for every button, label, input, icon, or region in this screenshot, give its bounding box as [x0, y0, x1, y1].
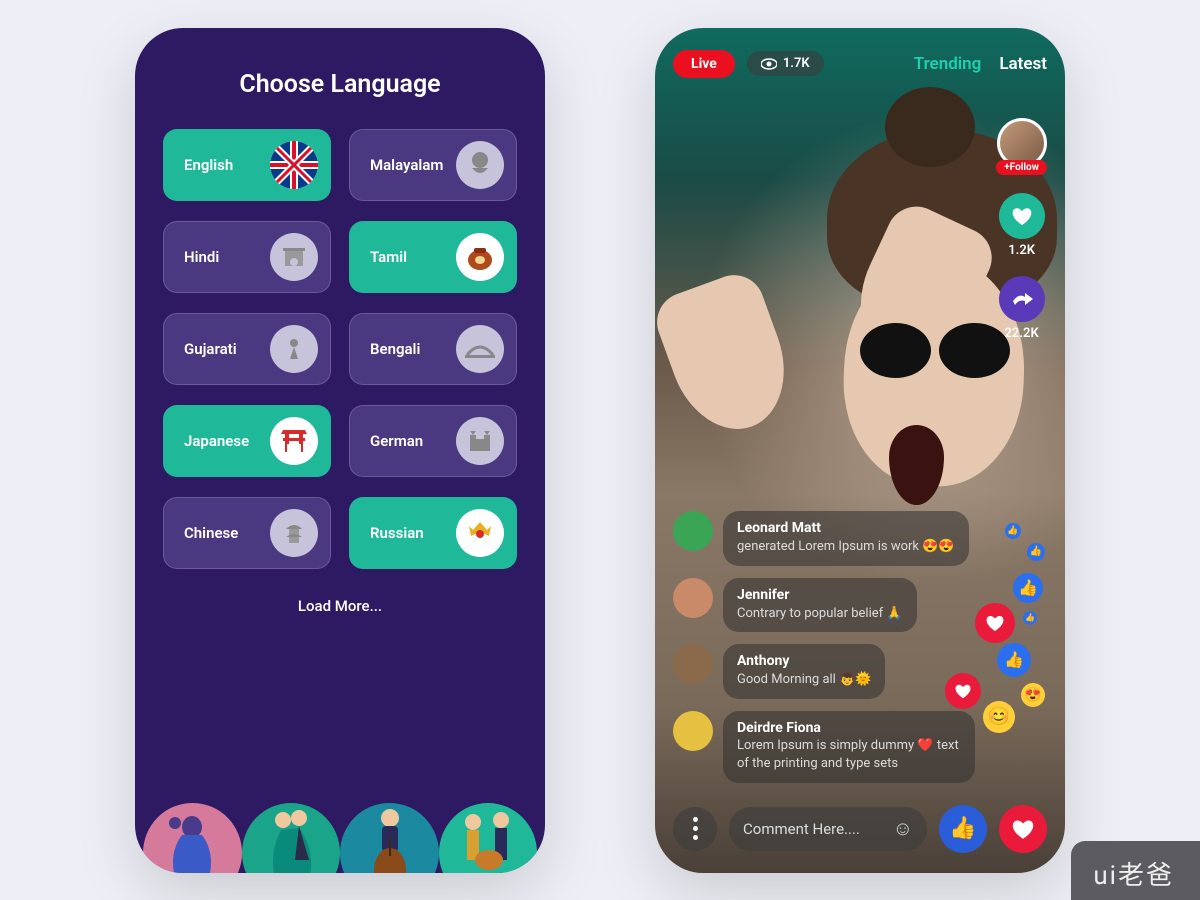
- eye-icon: [761, 58, 777, 70]
- language-card-malayalam[interactable]: Malayalam: [349, 129, 517, 201]
- language-card-english[interactable]: English: [163, 129, 331, 201]
- language-card-russian[interactable]: Russian: [349, 497, 517, 569]
- watermark: ui老爸: [1071, 841, 1200, 900]
- comment-text: Lorem Ipsum is simply dummy ❤️ text of t…: [737, 737, 961, 772]
- feed-tabs: Trending Latest: [914, 54, 1047, 74]
- comment-bubble: Deirdre Fiona Lorem Ipsum is simply dumm…: [723, 711, 975, 783]
- pot-icon: [456, 233, 504, 281]
- comment-item: Deirdre Fiona Lorem Ipsum is simply dumm…: [673, 711, 975, 783]
- more-button[interactable]: [673, 807, 717, 851]
- live-video-screen: Live 1.7K Trending Latest +Follow 1.2K 2…: [655, 28, 1065, 873]
- language-label: Chinese: [184, 524, 238, 542]
- gate-india-icon: [270, 233, 318, 281]
- bottom-illustrations: [135, 803, 545, 873]
- page-title: Choose Language: [163, 70, 517, 99]
- comment-bubble: Leonard Matt generated Lorem Ipsum is wo…: [723, 511, 969, 565]
- viewers-badge: 1.7K: [747, 51, 824, 76]
- bridge-icon: [456, 325, 504, 373]
- commenter-name: Leonard Matt: [737, 519, 955, 538]
- flag-uk-icon: [270, 141, 318, 189]
- commenter-avatar[interactable]: [673, 578, 713, 618]
- dancer-icon: [270, 325, 318, 373]
- comment-bubble: Anthony Good Morning all 👦🌞: [723, 644, 885, 698]
- commenter-avatar[interactable]: [673, 511, 713, 551]
- language-card-chinese[interactable]: Chinese: [163, 497, 331, 569]
- viewers-count: 1.7K: [783, 56, 810, 71]
- streamer-avatar-wrap[interactable]: +Follow: [996, 118, 1047, 175]
- side-action-rail: +Follow 1.2K 22.2K: [996, 118, 1047, 341]
- language-label: Bengali: [370, 340, 420, 358]
- share-count: 22.2K: [1005, 326, 1039, 341]
- language-label: Malayalam: [370, 156, 443, 174]
- comment-text: Contrary to popular belief 🙏: [737, 605, 903, 623]
- thumbs-up-button[interactable]: 👍: [939, 805, 987, 853]
- language-card-tamil[interactable]: Tamil: [349, 221, 517, 293]
- language-card-gujarati[interactable]: Gujarati: [163, 313, 331, 385]
- follow-button[interactable]: +Follow: [996, 160, 1047, 175]
- comment-item: Anthony Good Morning all 👦🌞: [673, 644, 975, 698]
- language-select-screen: Choose Language English Malayalam Hindi …: [135, 28, 545, 873]
- language-label: Russian: [370, 524, 424, 542]
- comment-placeholder: Comment Here....: [743, 820, 885, 838]
- commenter-avatar[interactable]: [673, 644, 713, 684]
- language-card-bengali[interactable]: Bengali: [349, 313, 517, 385]
- comment-input[interactable]: Comment Here.... ☺: [729, 807, 927, 851]
- share-icon: [999, 276, 1045, 322]
- comment-item: Jennifer Contrary to popular belief 🙏: [673, 578, 975, 632]
- commenter-avatar[interactable]: [673, 711, 713, 751]
- tab-trending[interactable]: Trending: [914, 54, 982, 74]
- language-label: Gujarati: [184, 340, 237, 358]
- load-more-button[interactable]: Load More...: [163, 597, 517, 615]
- commenter-name: Jennifer: [737, 586, 903, 605]
- share-action[interactable]: 22.2K: [999, 276, 1045, 341]
- comment-text: generated Lorem Ipsum is work 😍😍: [737, 538, 955, 556]
- like-action[interactable]: 1.2K: [999, 193, 1045, 258]
- eagle-emblem-icon: [456, 509, 504, 557]
- illustration-indian-dancer: [143, 803, 242, 873]
- language-label: Hindi: [184, 248, 219, 266]
- watermark-logo: ui老爸: [1093, 855, 1174, 892]
- heart-button[interactable]: [999, 805, 1047, 853]
- heart-icon: [999, 193, 1045, 239]
- kathakali-icon: [456, 141, 504, 189]
- like-count: 1.2K: [1008, 243, 1035, 258]
- torii-icon: [270, 417, 318, 465]
- comment-text: Good Morning all 👦🌞: [737, 671, 871, 689]
- comment-bubble: Jennifer Contrary to popular belief 🙏: [723, 578, 917, 632]
- illustration-duet-guitar: [439, 803, 538, 873]
- language-label: German: [370, 432, 423, 450]
- comment-input-row: Comment Here.... ☺ 👍: [673, 805, 1047, 853]
- pagoda-icon: [270, 509, 318, 557]
- tab-latest[interactable]: Latest: [999, 54, 1047, 74]
- castle-icon: [456, 417, 504, 465]
- language-card-hindi[interactable]: Hindi: [163, 221, 331, 293]
- language-label: English: [184, 156, 233, 174]
- language-card-german[interactable]: German: [349, 405, 517, 477]
- emoji-picker-icon[interactable]: ☺: [893, 816, 913, 841]
- commenter-name: Deirdre Fiona: [737, 719, 961, 738]
- comment-item: Leonard Matt generated Lorem Ipsum is wo…: [673, 511, 975, 565]
- live-badge: Live: [673, 50, 735, 78]
- language-grid: English Malayalam Hindi Tamil Gujarati: [163, 129, 517, 569]
- language-label: Japanese: [184, 432, 249, 450]
- comment-stream: Leonard Matt generated Lorem Ipsum is wo…: [673, 511, 975, 782]
- top-bar: Live 1.7K Trending Latest: [673, 50, 1047, 78]
- language-label: Tamil: [370, 248, 407, 266]
- illustration-ballroom-couple: [242, 803, 341, 873]
- illustration-cellist: [340, 803, 439, 873]
- language-card-japanese[interactable]: Japanese: [163, 405, 331, 477]
- commenter-name: Anthony: [737, 652, 871, 671]
